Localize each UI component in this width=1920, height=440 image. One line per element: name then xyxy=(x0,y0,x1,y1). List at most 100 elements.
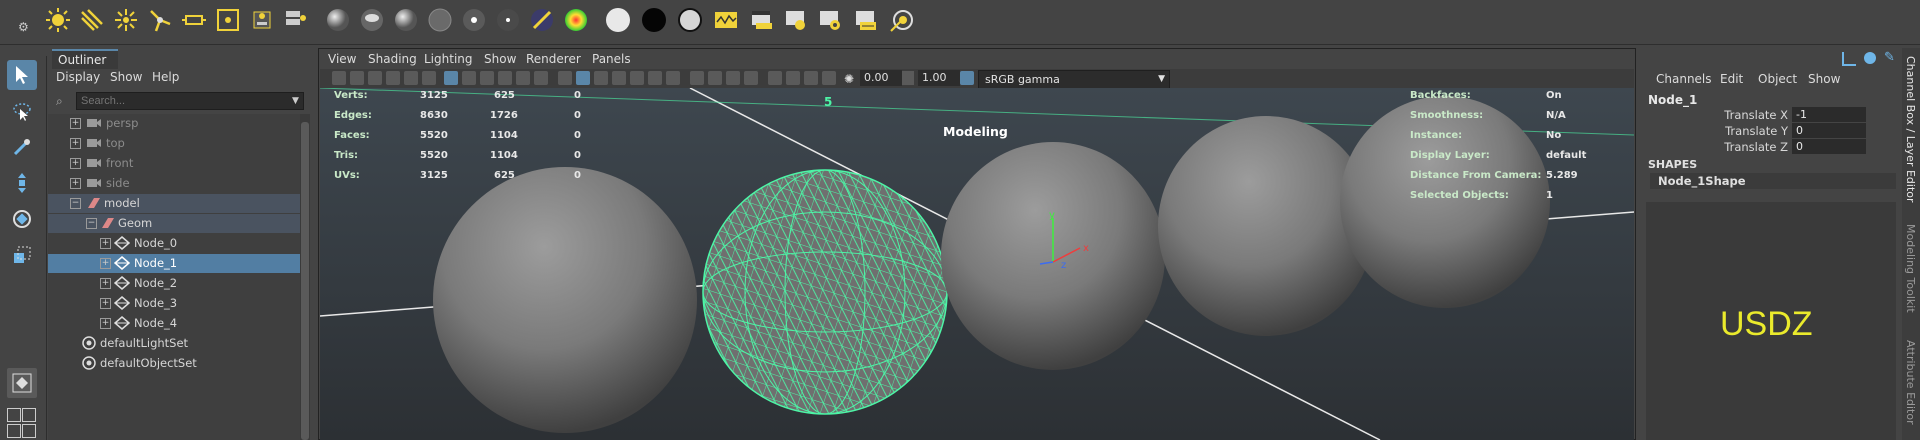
colorspace-dropdown[interactable]: sRGB gamma ▼ xyxy=(978,70,1170,89)
ipr-render-icon[interactable] xyxy=(782,6,810,34)
channel-box-toggle-icon[interactable] xyxy=(1842,52,1856,66)
safe-action-icon[interactable] xyxy=(534,71,548,85)
bookmark-icon[interactable] xyxy=(368,71,382,85)
move-tool-icon[interactable] xyxy=(7,168,37,198)
outliner-row-node-2[interactable]: + Node_2 xyxy=(48,274,300,293)
channel-node-name[interactable]: Node_1 xyxy=(1648,93,1697,107)
metal-material-icon[interactable] xyxy=(494,6,522,34)
batch-render-icon[interactable] xyxy=(852,6,880,34)
scale-tool-icon[interactable] xyxy=(7,240,37,270)
layout-graph-icon[interactable] xyxy=(22,424,36,438)
striped-material-icon[interactable] xyxy=(528,6,556,34)
lasso-tool-icon[interactable] xyxy=(7,96,37,126)
motion-blur-icon[interactable] xyxy=(708,71,722,85)
outliner-row-node-1[interactable]: + Node_1 xyxy=(48,254,300,273)
select-camera-icon[interactable] xyxy=(332,71,346,85)
outliner-row-persp[interactable]: + persp xyxy=(48,114,300,133)
outlined-swatch-icon[interactable] xyxy=(676,6,704,34)
film-gate-icon[interactable] xyxy=(462,71,476,85)
outliner-row-node-4[interactable]: + Node_4 xyxy=(48,314,300,333)
lambert-material-icon[interactable] xyxy=(324,6,352,34)
shelf-options-icon[interactable]: ⚙ xyxy=(18,20,29,34)
outliner-row-geom[interactable]: − Geom xyxy=(48,214,300,233)
gamma-field[interactable]: 1.00 xyxy=(918,70,960,86)
outliner-row-model[interactable]: − model xyxy=(48,194,300,213)
search-options-dropdown-icon[interactable]: ▼ xyxy=(292,96,299,106)
outliner-row-default-object-set[interactable]: defaultObjectSet xyxy=(48,354,300,373)
color-management-icon[interactable] xyxy=(960,71,974,85)
outliner-menu-help[interactable]: Help xyxy=(152,70,179,84)
channel-menu-show[interactable]: Show xyxy=(1808,72,1840,86)
layout-quad-icon[interactable] xyxy=(7,408,21,422)
screen-space-ao-icon[interactable] xyxy=(690,71,704,85)
depth-of-field-icon[interactable] xyxy=(744,71,758,85)
layout-single-pane-icon[interactable] xyxy=(7,368,37,398)
outliner-menu-display[interactable]: Display xyxy=(56,70,100,84)
tab-attribute-editor[interactable]: Attribute Editor xyxy=(1904,340,1917,425)
blinn-material-icon[interactable] xyxy=(358,6,386,34)
render-settings-icon[interactable] xyxy=(816,6,844,34)
grease-pencil-icon[interactable] xyxy=(422,71,436,85)
hypershade-icon[interactable] xyxy=(888,6,916,34)
textured-icon[interactable] xyxy=(630,71,644,85)
volume-light-icon[interactable] xyxy=(214,6,242,34)
viewport-menu-shading[interactable]: Shading xyxy=(368,52,417,66)
select-tool-icon[interactable] xyxy=(7,60,37,90)
outliner-row-side[interactable]: + side xyxy=(48,174,300,193)
standard-surface-icon[interactable] xyxy=(460,6,488,34)
tab-modeling-toolkit[interactable]: Modeling Toolkit xyxy=(1904,224,1917,313)
render-view-icon[interactable] xyxy=(712,6,740,34)
light-link-icon[interactable] xyxy=(282,6,310,34)
xray-joints-icon[interactable] xyxy=(804,71,818,85)
field-chart-icon[interactable] xyxy=(516,71,530,85)
light-editor-icon[interactable] xyxy=(248,6,276,34)
white-swatch-icon[interactable] xyxy=(604,6,632,34)
outliner-tab[interactable]: Outliner xyxy=(52,49,118,69)
render-current-frame-icon[interactable] xyxy=(748,6,776,34)
wireframe-on-shaded-icon[interactable] xyxy=(612,71,626,85)
isolate-select-icon[interactable] xyxy=(768,71,782,85)
xray-icon[interactable] xyxy=(786,71,800,85)
outliner-row-node-3[interactable]: + Node_3 xyxy=(48,294,300,313)
outliner-row-default-light-set[interactable]: defaultLightSet xyxy=(48,334,300,353)
attribute-editor-toggle-icon[interactable] xyxy=(1864,52,1876,64)
tab-channel-box-layer-editor[interactable]: Channel Box / Layer Editor xyxy=(1904,56,1917,203)
anti-aliasing-icon[interactable] xyxy=(726,71,740,85)
smooth-shade-icon[interactable] xyxy=(576,71,590,85)
two-d-pan-zoom-icon[interactable] xyxy=(404,71,418,85)
channel-menu-object[interactable]: Object xyxy=(1758,72,1797,86)
shadows-icon[interactable] xyxy=(666,71,680,85)
xray-components-icon[interactable] xyxy=(822,71,836,85)
exposure-field[interactable]: 0.00 xyxy=(860,70,902,86)
sphere-node-3[interactable] xyxy=(1158,116,1374,336)
use-all-lights-icon[interactable] xyxy=(648,71,662,85)
camera-attributes-icon[interactable] xyxy=(350,71,364,85)
surface-shader-icon[interactable] xyxy=(426,6,454,34)
outliner-row-top[interactable]: + top xyxy=(48,134,300,153)
attr-field-translate-x[interactable]: -1 xyxy=(1792,107,1866,122)
layout-outliner-icon[interactable] xyxy=(7,424,21,438)
attr-field-translate-z[interactable]: 0 xyxy=(1792,139,1866,154)
rotate-tool-icon[interactable] xyxy=(7,204,37,234)
gate-mask-icon[interactable] xyxy=(498,71,512,85)
outliner-row-node-0[interactable]: + Node_0 xyxy=(48,234,300,253)
tool-settings-toggle-icon[interactable]: ✎ xyxy=(1884,50,1895,65)
paint-select-tool-icon[interactable] xyxy=(7,132,37,162)
wireframe-icon[interactable] xyxy=(558,71,572,85)
outliner-scrollbar[interactable] xyxy=(300,114,310,440)
outliner-search-input[interactable] xyxy=(76,92,304,110)
resolution-gate-icon[interactable] xyxy=(480,71,494,85)
sphere-node-0[interactable] xyxy=(433,167,697,433)
outliner-row-front[interactable]: + front xyxy=(48,154,300,173)
area-light-icon[interactable] xyxy=(180,6,208,34)
directional-light-icon[interactable] xyxy=(78,6,106,34)
ambient-light-icon[interactable] xyxy=(44,6,72,34)
layout-two-pane-icon[interactable] xyxy=(22,408,36,422)
grid-icon[interactable] xyxy=(444,71,458,85)
channel-menu-edit[interactable]: Edit xyxy=(1720,72,1743,86)
channel-menu-channels[interactable]: Channels xyxy=(1656,72,1712,86)
phong-material-icon[interactable] xyxy=(392,6,420,34)
image-plane-icon[interactable] xyxy=(386,71,400,85)
viewport-menu-show[interactable]: Show xyxy=(484,52,516,66)
viewport-menu-view[interactable]: View xyxy=(328,52,356,66)
